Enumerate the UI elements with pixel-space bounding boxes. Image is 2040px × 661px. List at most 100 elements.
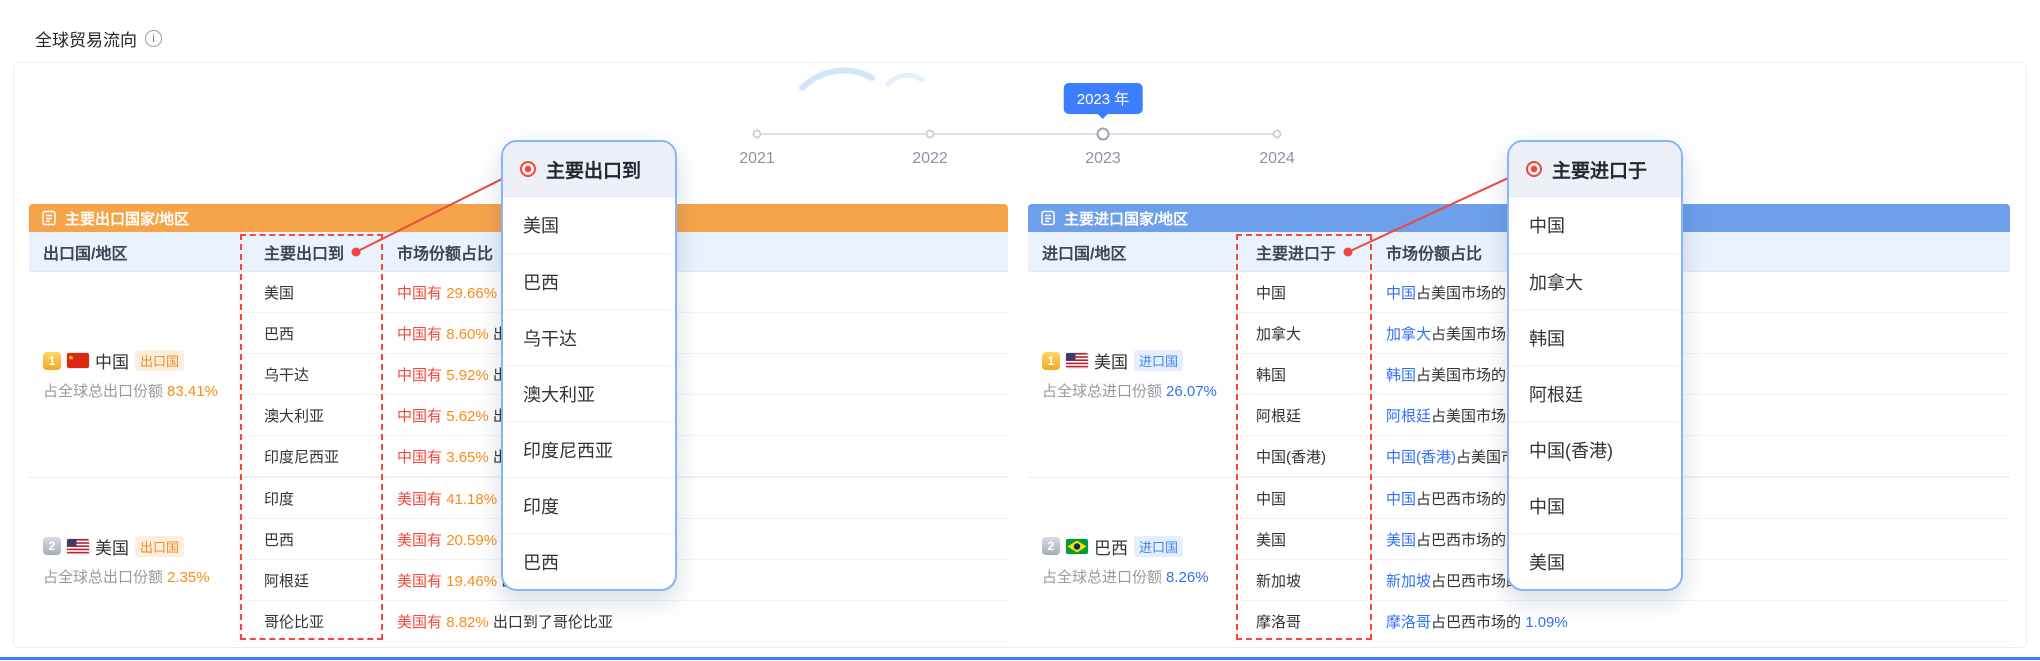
popup-item[interactable]: 印度 (503, 477, 675, 533)
dest-cell: 哥伦比亚 (240, 601, 383, 641)
page-header: 全球贸易流向 i (35, 26, 162, 51)
exporter-share: 占全球总出口份额83.41% (43, 380, 239, 401)
col-header-import-from: 主要进口于 (1236, 240, 1372, 264)
market-share-cell: 新加坡占巴西市场的 4.33% (1372, 570, 2010, 591)
market-share-cell: 美国有 41.18% 出口到了印度 (383, 488, 1008, 509)
share-label: 占全球总出口份额 (43, 383, 163, 400)
table-row: 摩洛哥 摩洛哥占巴西市场的 1.09% (1236, 601, 2010, 642)
importer-cell: 1 美国 进口国 占全球总进口份额26.07% (1028, 272, 1236, 477)
col-header-exporter: 出口国/地区 (29, 240, 240, 264)
timeline-dot-2021[interactable] (753, 130, 762, 139)
exporter-badge: 出口国 (135, 350, 184, 371)
share-label: 占全球总进口份额 (1042, 569, 1162, 586)
popup-item[interactable]: 澳大利亚 (503, 365, 675, 421)
market-share-cell: 美国有 19.46% 出口到了阿根廷 (383, 570, 1008, 591)
exporter-badge: 出口国 (135, 536, 184, 557)
popup-item[interactable]: 加拿大 (1509, 253, 1681, 309)
share-label: 占全球总出口份额 (43, 569, 163, 586)
share-value: 83.41% (167, 383, 218, 400)
popup-item[interactable]: 中国 (1509, 197, 1681, 253)
usa-flag-icon (1066, 353, 1088, 368)
exporter-name: 美国 (95, 534, 129, 559)
export-table-title: 主要出口国家/地区 (65, 208, 189, 229)
timeline-dot-2023-selected[interactable] (1097, 128, 1110, 141)
importer-badge: 进口国 (1134, 350, 1183, 371)
col-header-importer: 进口国/地区 (1028, 240, 1236, 264)
dest-cell: 印度 (240, 478, 383, 518)
source-cell: 中国 (1236, 478, 1372, 518)
importer-identity: 1 美国 进口国 (1042, 348, 1235, 373)
importer-name: 巴西 (1094, 534, 1128, 559)
importer-badge: 进口国 (1134, 536, 1183, 557)
source-cell: 中国 (1236, 272, 1372, 312)
popup-item[interactable]: 中国(香港) (1509, 421, 1681, 477)
year-tooltip: 2023 年 (1064, 83, 1143, 114)
import-table-title: 主要进口国家/地区 (1064, 208, 1188, 229)
market-share-cell: 中国占巴西市场的 22.15% (1372, 488, 2010, 509)
list-icon (1040, 210, 1056, 226)
exporter-cell: 2 美国 出口国 占全球总出口份额2.35% (29, 478, 240, 642)
share-value: 2.35% (167, 569, 210, 586)
exporter-identity: 1 中国 出口国 (43, 348, 239, 373)
timeline-year-label: 2021 (739, 150, 775, 168)
rank-1-medal-icon: 1 (1042, 352, 1060, 370)
export-popup-title: 主要出口到 (546, 156, 641, 183)
timeline-year-label: 2022 (912, 150, 948, 168)
dest-cell: 乌干达 (240, 354, 383, 394)
dest-cell: 巴西 (240, 519, 383, 559)
market-share-cell: 美国有 20.59% 出口到了巴西 (383, 529, 1008, 550)
market-share-cell: 中国有 8.60% 出口到了巴西 (383, 323, 1008, 344)
share-label: 占全球总进口份额 (1042, 383, 1162, 400)
timeline-year-label: 2023 (1085, 150, 1121, 168)
dest-cell: 巴西 (240, 313, 383, 353)
market-share-cell: 中国(香港)占美国市场的 5.32% (1372, 446, 2010, 467)
importer-share: 占全球总进口份额26.07% (1042, 380, 1235, 401)
export-popup-header: 主要出口到 (503, 142, 675, 197)
exporter-cell: 1 中国 出口国 占全球总出口份额83.41% (29, 272, 240, 477)
import-sources-popup: 主要进口于 中国 加拿大 韩国 阿根廷 中国(香港) 中国 美国 (1507, 140, 1683, 591)
dest-cell: 澳大利亚 (240, 395, 383, 435)
popup-item[interactable]: 美国 (1509, 533, 1681, 589)
exporter-share: 占全球总出口份额2.35% (43, 566, 239, 587)
importer-share: 占全球总进口份额8.26% (1042, 566, 1235, 587)
target-icon (519, 160, 537, 178)
popup-item[interactable]: 阿根廷 (1509, 365, 1681, 421)
market-share-cell: 加拿大占美国市场的 12.63% (1372, 323, 2010, 344)
importer-name: 美国 (1094, 348, 1128, 373)
popup-item[interactable]: 乌干达 (503, 309, 675, 365)
importer-identity: 2 巴西 进口国 (1042, 534, 1235, 559)
market-share-cell: 美国有 8.82% 出口到了哥伦比亚 (383, 611, 1008, 632)
usa-flag-icon (67, 539, 89, 554)
market-share-cell: 中国有 3.65% 出口到了印度尼西亚 (383, 446, 1008, 467)
popup-item[interactable]: 巴西 (503, 533, 675, 589)
bottom-accent-line (0, 657, 2040, 660)
timeline-dot-2022[interactable] (926, 130, 935, 139)
timeline-track[interactable] (757, 133, 1277, 135)
source-cell: 新加坡 (1236, 560, 1372, 600)
popup-item[interactable]: 美国 (503, 197, 675, 253)
import-popup-header: 主要进口于 (1509, 142, 1681, 197)
rank-2-medal-icon: 2 (1042, 537, 1060, 555)
source-cell: 韩国 (1236, 354, 1372, 394)
popup-item[interactable]: 印度尼西亚 (503, 421, 675, 477)
share-value: 8.26% (1166, 569, 1209, 586)
col-header-market-share: 市场份额占比 (383, 240, 1008, 264)
info-icon[interactable]: i (145, 30, 162, 47)
timeline-dot-2024[interactable] (1273, 130, 1282, 139)
page-title: 全球贸易流向 (35, 26, 137, 51)
import-popup-title: 主要进口于 (1552, 156, 1647, 183)
market-share-cell: 摩洛哥占巴西市场的 1.09% (1372, 611, 2010, 632)
popup-item[interactable]: 中国 (1509, 477, 1681, 533)
exporter-identity: 2 美国 出口国 (43, 534, 239, 559)
market-share-cell: 美国占巴西市场的 18.04% (1372, 529, 2010, 550)
rank-1-medal-icon: 1 (43, 352, 61, 370)
market-share-cell: 阿根廷占美国市场的 7.78% (1372, 405, 2010, 426)
share-value: 26.07% (1166, 383, 1217, 400)
popup-item[interactable]: 巴西 (503, 253, 675, 309)
market-share-cell: 中国占美国市场的 16.51% (1372, 282, 2010, 303)
popup-item[interactable]: 韩国 (1509, 309, 1681, 365)
dest-cell: 阿根廷 (240, 560, 383, 600)
importer-cell: 2 巴西 进口国 占全球总进口份额8.26% (1028, 478, 1236, 642)
market-share-cell: 中国有 5.92% 出口到了乌干达 (383, 364, 1008, 385)
market-share-cell: 中国有 5.62% 出口到了澳大利亚 (383, 405, 1008, 426)
